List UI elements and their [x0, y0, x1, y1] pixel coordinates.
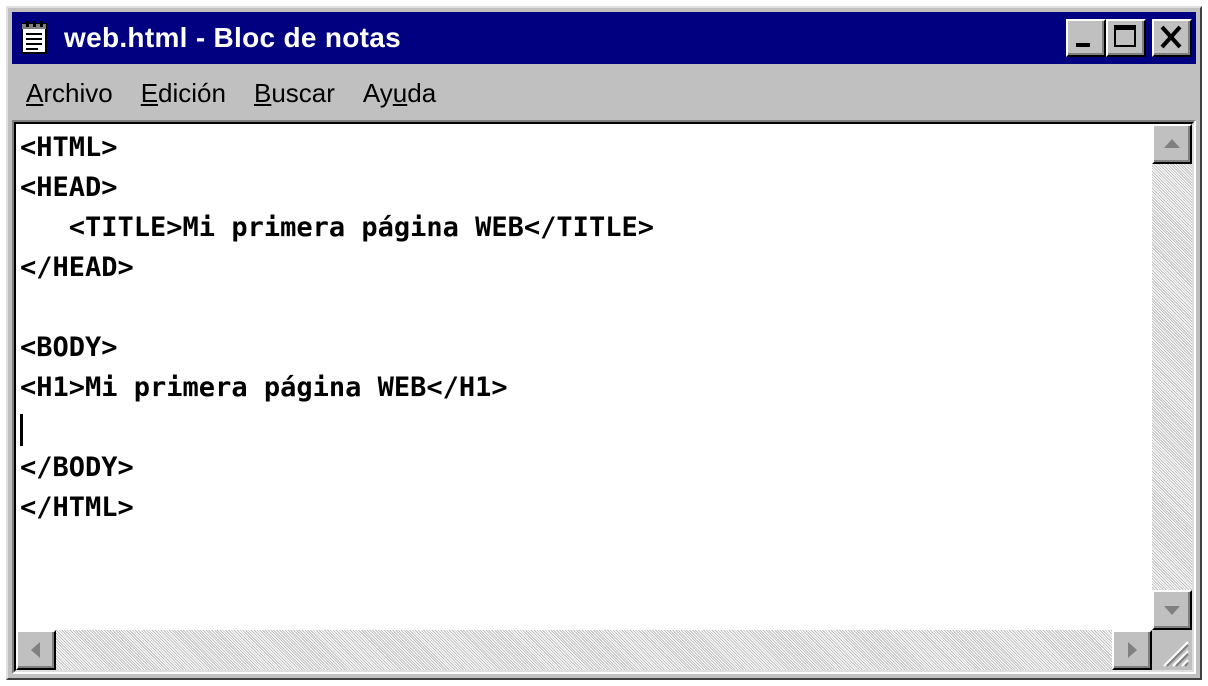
- maximize-button[interactable]: [1106, 19, 1146, 57]
- code-line: <TITLE>Mi primera página WEB</TITLE>: [20, 212, 654, 243]
- editor-frame: <HTML> <HEAD> <TITLE>Mi primera página W…: [12, 120, 1196, 674]
- menu-ayuda[interactable]: Ayuda: [349, 78, 450, 109]
- code-line: <HTML>: [20, 132, 118, 163]
- horizontal-scrollbar[interactable]: [16, 630, 1152, 670]
- vertical-scrollbar[interactable]: [1152, 124, 1192, 630]
- menu-edicion[interactable]: Edición: [127, 78, 240, 109]
- code-line: </HEAD>: [20, 252, 134, 283]
- text-area[interactable]: <HTML> <HEAD> <TITLE>Mi primera página W…: [16, 124, 1152, 630]
- editor: <HTML> <HEAD> <TITLE>Mi primera página W…: [14, 122, 1194, 672]
- title-bar[interactable]: web.html - Bloc de notas: [12, 12, 1196, 64]
- menu-archivo[interactable]: Archivo: [12, 78, 127, 109]
- close-button[interactable]: [1152, 19, 1192, 57]
- scroll-down-button[interactable]: [1152, 590, 1192, 630]
- code-line: </HTML>: [20, 492, 134, 523]
- scroll-left-button[interactable]: [16, 630, 56, 670]
- scroll-right-button[interactable]: [1112, 630, 1152, 670]
- code-line: </BODY>: [20, 452, 134, 483]
- code-line: <H1>Mi primera página WEB</H1>: [20, 372, 508, 403]
- text-caret: [20, 414, 23, 446]
- code-line: <BODY>: [20, 332, 118, 363]
- window-title: web.html - Bloc de notas: [64, 22, 402, 53]
- menu-buscar[interactable]: Buscar: [240, 78, 349, 109]
- scroll-up-button[interactable]: [1152, 124, 1192, 164]
- notepad-icon[interactable]: [20, 21, 50, 55]
- caption-buttons: [1066, 19, 1192, 57]
- resize-grip[interactable]: [1152, 630, 1192, 670]
- minimize-button[interactable]: [1066, 19, 1106, 57]
- menu-bar: Archivo Edición Buscar Ayuda: [12, 68, 1196, 118]
- notepad-window: web.html - Bloc de notas Archivo Edición…: [6, 6, 1202, 680]
- code-line: <HEAD>: [20, 172, 118, 203]
